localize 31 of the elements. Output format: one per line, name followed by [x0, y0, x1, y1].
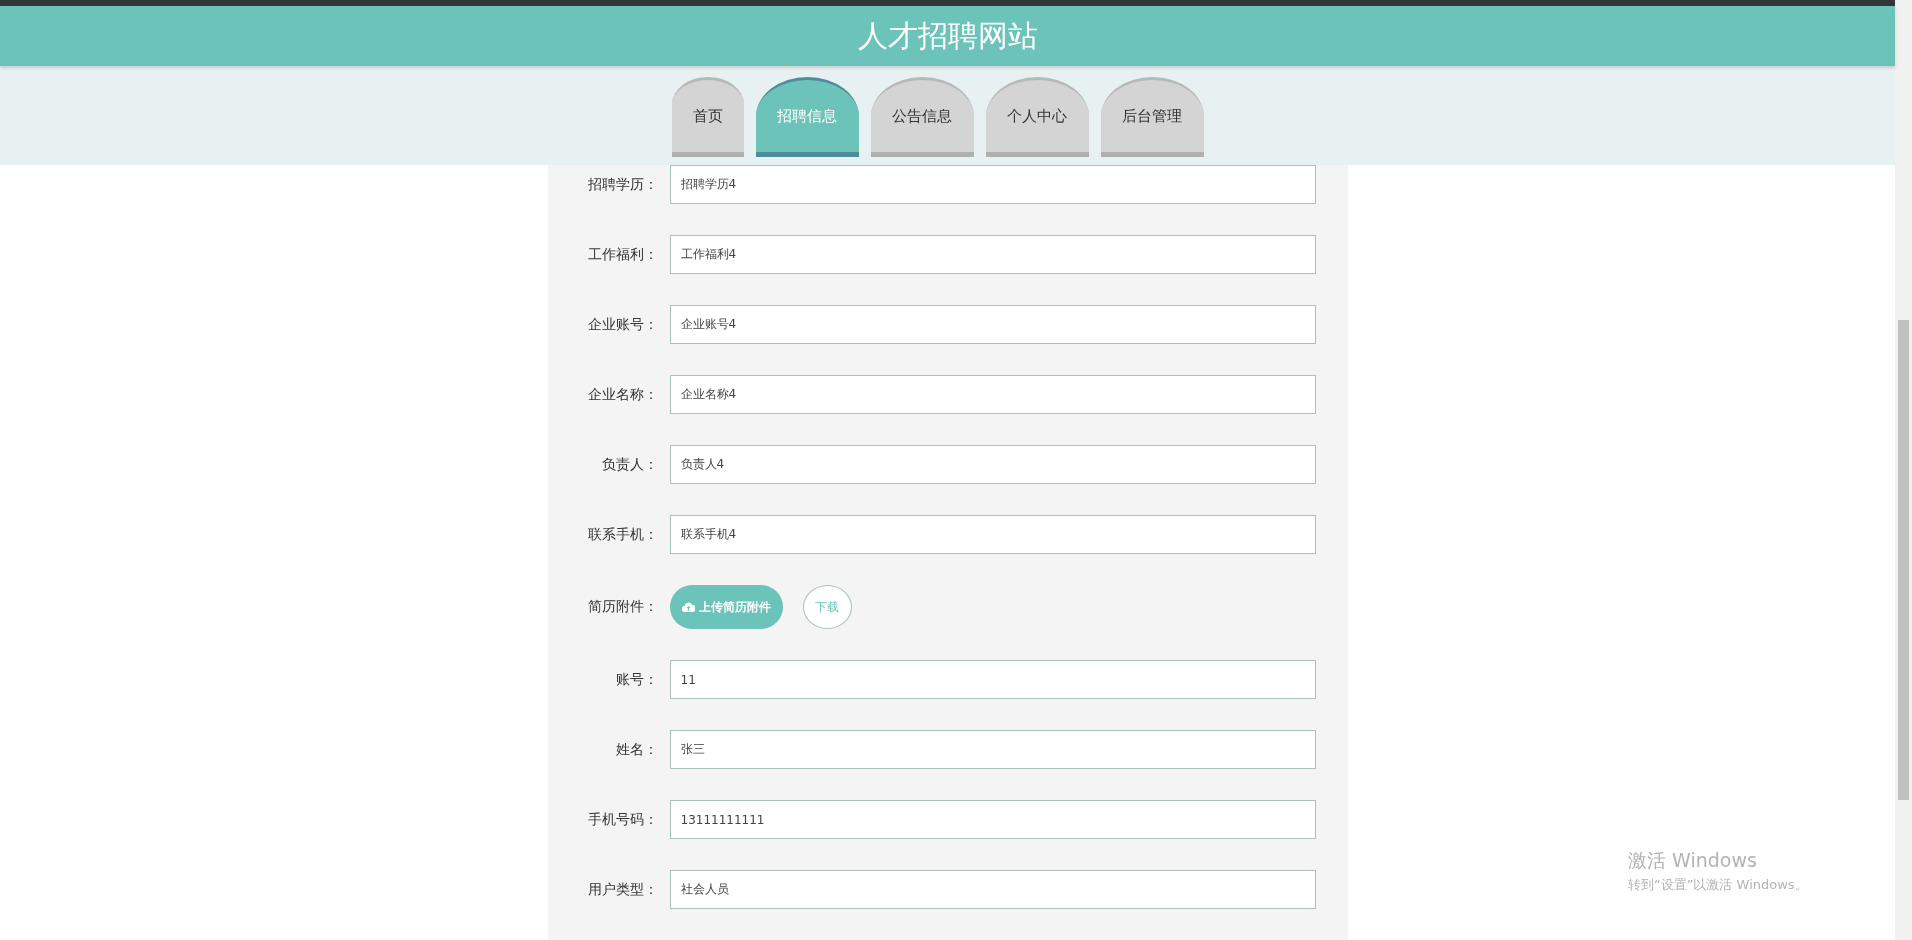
field-label: 企业名称： — [586, 385, 658, 404]
field-label: 姓名： — [614, 740, 658, 759]
nav-tab[interactable]: 个人中心 — [985, 77, 1089, 157]
text-field[interactable]: 张三 — [669, 730, 1316, 769]
text-field[interactable]: 联系手机4 — [669, 515, 1316, 554]
field-label: 账号： — [614, 670, 658, 689]
scrollbar[interactable] — [1895, 0, 1912, 940]
text-field[interactable]: 11 — [669, 660, 1316, 699]
field-label: 工作福利： — [586, 245, 658, 264]
field-label: 手机号码： — [586, 810, 658, 829]
text-field[interactable]: 负责人4 — [669, 445, 1316, 484]
field-label: 用户类型： — [586, 880, 658, 899]
field-label: 负责人： — [600, 455, 658, 474]
activation-title: 激活 Windows — [1628, 848, 1758, 873]
text-field[interactable]: 工作福利4 — [669, 235, 1316, 274]
nav-tab[interactable]: 后台管理 — [1100, 77, 1204, 157]
scrollbar-thumb[interactable] — [1898, 320, 1909, 800]
field-label: 联系手机： — [586, 525, 658, 544]
cloud-upload-icon — [681, 602, 695, 612]
nav-tab[interactable]: 首页 — [671, 77, 744, 157]
text-field[interactable]: 企业名称4 — [669, 375, 1316, 414]
text-field[interactable]: 13111111111 — [669, 800, 1316, 839]
text-field[interactable]: 社会人员 — [669, 870, 1316, 909]
field-label: 企业账号： — [586, 315, 658, 334]
activation-subtitle: 转到“设置”以激活 Windows。 — [1628, 876, 1808, 894]
text-field[interactable]: 企业账号4 — [669, 305, 1316, 344]
site-title: 人才招聘网站 — [857, 16, 1038, 55]
nav-tab[interactable]: 公告信息 — [870, 77, 974, 157]
field-label: 简历附件： — [586, 598, 658, 616]
field-label: 招聘学历： — [586, 175, 658, 194]
text-field[interactable]: 招聘学历4 — [669, 165, 1316, 204]
